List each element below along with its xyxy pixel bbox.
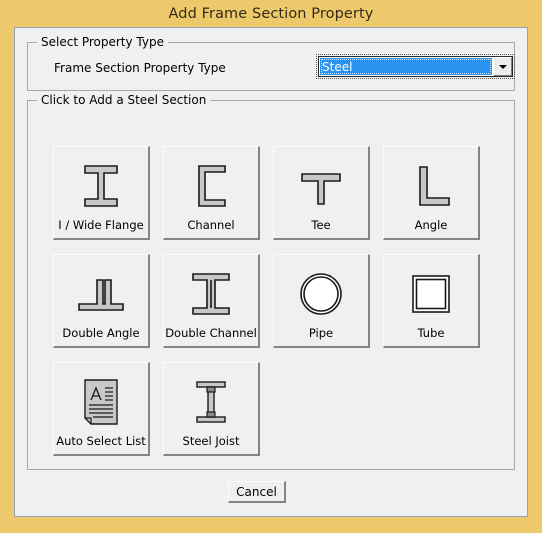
section-button-label: I / Wide Flange [58, 218, 144, 232]
auto-select-list-icon [54, 369, 148, 435]
section-button-label: Angle [414, 218, 448, 232]
chevron-down-glyph [498, 64, 507, 69]
section-button-label: Pipe [308, 326, 334, 340]
pipe-icon [274, 261, 368, 327]
section-button-tube[interactable]: Tube [383, 254, 480, 348]
select-property-type-group: Select Property Type Frame Section Prope… [27, 35, 515, 91]
combo-selected-value[interactable]: Steel [320, 58, 492, 75]
section-grid-row: Auto Select List Steel Joist [53, 362, 498, 456]
section-button-label: Steel Joist [182, 434, 240, 448]
section-button-label: Tube [417, 326, 445, 340]
section-button-tee[interactable]: Tee [273, 146, 370, 240]
section-button-i-wide-flange[interactable]: I / Wide Flange [53, 146, 150, 240]
section-button-grid: I / Wide Flange Channel Tee Angle Double… [53, 146, 498, 470]
section-button-auto-select-list[interactable]: Auto Select List [53, 362, 150, 456]
section-button-steel-joist[interactable]: Steel Joist [163, 362, 260, 456]
angle-icon [384, 153, 478, 219]
dialog-client-area: Select Property Type Frame Section Prope… [14, 27, 528, 517]
frame-section-property-type-select[interactable]: Steel [316, 54, 515, 79]
steel-section-legend: Click to Add a Steel Section [37, 93, 211, 107]
section-button-label: Tee [311, 218, 331, 232]
chevron-down-icon[interactable] [493, 57, 512, 76]
section-button-double-angle[interactable]: Double Angle [53, 254, 150, 348]
select-property-type-legend: Select Property Type [37, 35, 168, 49]
section-button-channel[interactable]: Channel [163, 146, 260, 240]
dialog-window: Add Frame Section Property Select Proper… [0, 0, 542, 533]
section-button-label: Double Angle [62, 326, 140, 340]
cancel-button[interactable]: Cancel [228, 481, 286, 503]
frame-section-property-type-label: Frame Section Property Type [54, 61, 226, 75]
tee-icon [274, 153, 368, 219]
section-button-angle[interactable]: Angle [383, 146, 480, 240]
double-channel-icon [164, 261, 258, 327]
section-button-double-channel[interactable]: Double Channel [163, 254, 260, 348]
channel-icon [164, 153, 258, 219]
combo-value-area[interactable]: Steel [319, 57, 493, 76]
section-button-label: Double Channel [165, 326, 257, 340]
title-bar: Add Frame Section Property [0, 0, 542, 27]
section-button-pipe[interactable]: Pipe [273, 254, 370, 348]
section-button-label: Auto Select List [56, 434, 146, 448]
tube-icon [384, 261, 478, 327]
double-angle-icon [54, 261, 148, 327]
steel-joist-icon [164, 369, 258, 435]
steel-section-group: Click to Add a Steel Section I / Wide Fl… [27, 93, 515, 470]
section-grid-row: Double Angle Double Channel Pipe Tube [53, 254, 498, 348]
i-wide-flange-icon [54, 153, 148, 219]
section-grid-row: I / Wide Flange Channel Tee Angle [53, 146, 498, 240]
section-button-label: Channel [187, 218, 235, 232]
dialog-title: Add Frame Section Property [168, 5, 374, 22]
